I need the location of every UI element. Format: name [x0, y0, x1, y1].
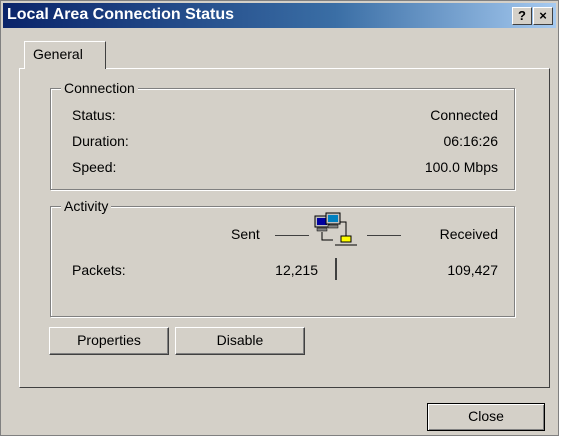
title-bar[interactable]: Local Area Connection Status ? ×	[3, 3, 556, 28]
duration-value: 06:16:26	[443, 133, 499, 149]
properties-button[interactable]: Properties	[49, 327, 169, 355]
sent-label: Sent	[231, 226, 260, 242]
activity-group: Activity Sent Received Packets: 12,215 1…	[50, 198, 515, 317]
help-button[interactable]: ?	[512, 7, 532, 25]
duration-label: Duration:	[72, 133, 129, 149]
disable-button[interactable]: Disable	[175, 327, 305, 355]
connection-status-window: Local Area Connection Status ? × General…	[0, 0, 559, 436]
packets-received-value: 109,427	[447, 262, 498, 278]
activity-divider	[335, 258, 337, 280]
received-label: Received	[439, 226, 498, 242]
sent-line	[275, 235, 309, 236]
close-window-button[interactable]: ×	[533, 7, 553, 25]
network-computers-icon	[313, 212, 361, 254]
activity-group-label: Activity	[61, 198, 112, 214]
close-button[interactable]: Close	[427, 403, 545, 431]
received-line	[367, 235, 401, 236]
connection-group-label: Connection	[61, 80, 138, 96]
window-title: Local Area Connection Status	[7, 6, 234, 23]
speed-label: Speed:	[72, 159, 117, 175]
speed-value: 100.0 Mbps	[424, 159, 498, 175]
packets-label: Packets:	[72, 262, 126, 278]
status-label: Status:	[72, 107, 116, 123]
packets-sent-value: 12,215	[275, 262, 318, 278]
connection-group: Connection Status: Connected Duration: 0…	[50, 80, 515, 190]
tab-general[interactable]: General	[24, 41, 106, 69]
status-value: Connected	[430, 107, 498, 123]
